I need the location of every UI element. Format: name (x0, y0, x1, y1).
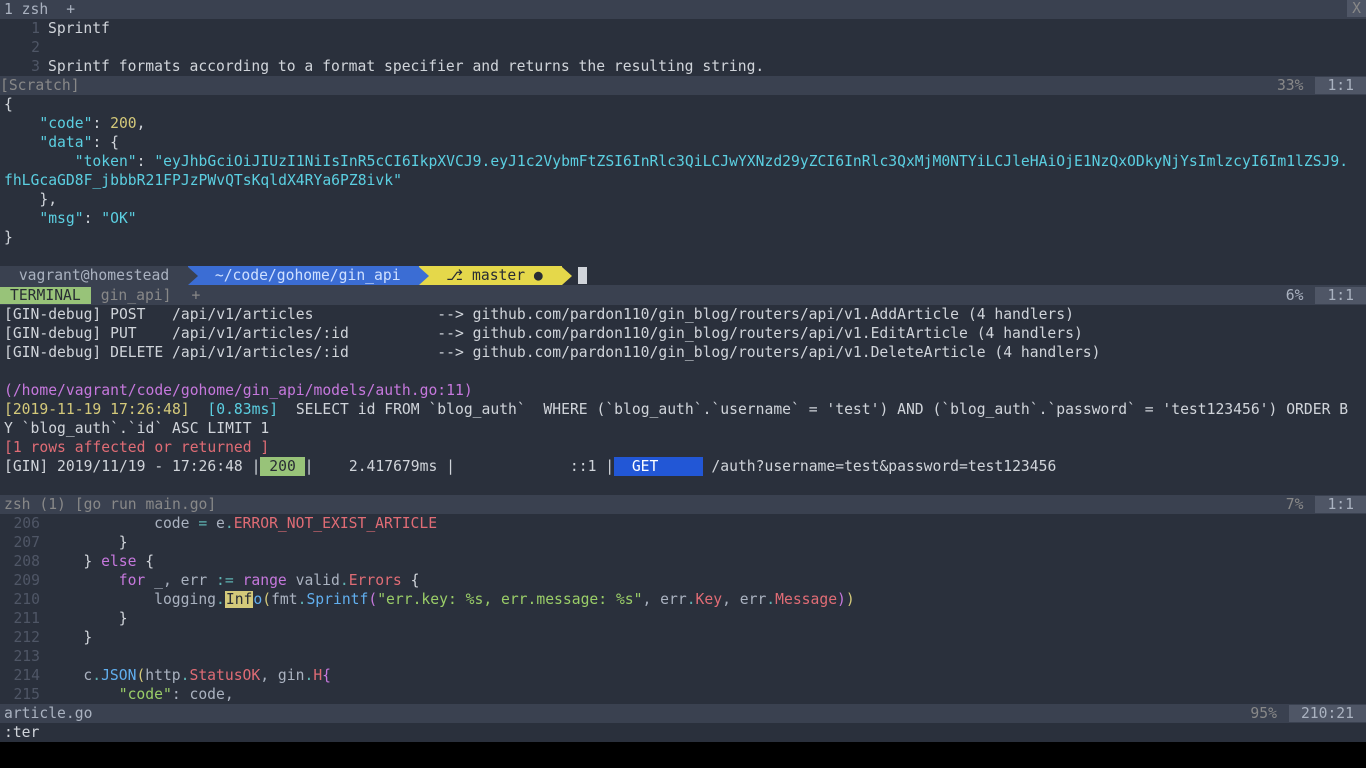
json-text: } (4, 228, 13, 247)
json-preview-pane[interactable]: { "code": 200, "data": { "token": "eyJhb… (0, 95, 1366, 266)
route-line: [GIN-debug] POST /api/v1/articles --> gi… (4, 305, 1366, 324)
json-value: "OK" (101, 209, 136, 228)
process-label: zsh (1) [go run main.go] (0, 496, 216, 513)
scroll-percent: 95% (1238, 705, 1289, 722)
window-close-icon[interactable]: X (1347, 0, 1366, 17)
scratch-pane[interactable]: 1Sprintf 2 3Sprintf formats according to… (0, 19, 1366, 76)
line-number: 214 (0, 666, 48, 685)
json-text: }, (39, 190, 57, 209)
line-number: 212 (0, 628, 48, 647)
cursor-icon (578, 267, 587, 284)
route-line: [GIN-debug] PUT /api/v1/articles/:id -->… (4, 324, 1366, 343)
route-line: [GIN-debug] DELETE /api/v1/articles/:id … (4, 343, 1366, 362)
http-status: 200 (260, 457, 304, 476)
code-status-bar: zsh (1) [go run main.go] 7%1:1 (0, 495, 1366, 514)
scratch-line: Sprintf (48, 19, 1366, 38)
tmux-tab-add[interactable]: + (58, 1, 83, 18)
terminal-output[interactable]: [GIN-debug] POST /api/v1/articles --> gi… (0, 305, 1366, 495)
terminal-tab-add[interactable]: + (182, 287, 211, 304)
json-key: "token" (75, 152, 137, 171)
auth-path: (/home/vagrant/code/gohome/gin_api/model… (4, 381, 473, 400)
token-value-wrap: fhLGcaGD8F_jbbbR21FPJzPWvQTsKqldX4RYa6PZ… (4, 171, 402, 190)
scroll-percent: 7% (1274, 496, 1316, 513)
line-number: 206 (0, 514, 48, 533)
json-key: "code" (39, 114, 92, 133)
scroll-percent: 6% (1274, 287, 1316, 304)
terminal-tab-active[interactable]: TERMINAL (0, 287, 91, 304)
cursor-position: 210:21 (1289, 705, 1366, 722)
prompt-host: vagrant@homestead (0, 266, 188, 285)
line-number: 210 (0, 590, 48, 609)
vim-command-line[interactable]: :ter (0, 723, 1366, 742)
json-key: "msg" (39, 209, 83, 228)
line-number: 207 (0, 533, 48, 552)
json-text: { (4, 95, 13, 114)
request-url: /auth?username=test&password=test123456 (703, 457, 1057, 476)
scratch-status-bar: [Scratch] 33%1:1 (0, 76, 1366, 95)
json-key: "data" (39, 133, 92, 152)
terminal-tab[interactable]: gin_api] (91, 287, 182, 304)
terminal-tab-bar[interactable]: TERMINAL gin_api] + 6%1:1 (0, 285, 1366, 305)
cursor-position: 1:1 (1315, 496, 1366, 513)
rows-affected: [1 rows affected or returned ] (4, 438, 269, 457)
line-number: 1 (0, 19, 48, 38)
code-editor[interactable]: 206 code = e.ERROR_NOT_EXIST_ARTICLE207 … (0, 514, 1366, 704)
line-number: 209 (0, 571, 48, 590)
line-number: 2 (0, 38, 48, 57)
line-number: 211 (0, 609, 48, 628)
tmux-tab-bar[interactable]: 1 zsh + X (0, 0, 1366, 19)
tmux-tab-active[interactable]: 1 zsh (0, 1, 58, 18)
cursor-position: 1:1 (1315, 287, 1366, 304)
scratch-line: Sprintf formats according to a format sp… (48, 57, 1366, 76)
line-number: 208 (0, 552, 48, 571)
line-number: 213 (0, 647, 48, 666)
prompt-branch: ⎇ master ● (419, 266, 561, 285)
file-name: article.go (0, 705, 92, 722)
token-value: "eyJhbGciOiJIUzI1NiIsInR5cCI6IkpXVCJ9.ey… (154, 152, 1348, 171)
json-value: 200 (110, 114, 137, 133)
gin-log: [GIN] 2019/11/19 - 17:26:48 | (4, 457, 260, 476)
prompt-path: ~/code/gohome/gin_api (188, 266, 419, 285)
file-status-bar: article.go 95%210:21 (0, 704, 1366, 723)
scratch-label: [Scratch] (0, 77, 80, 94)
scratch-line (48, 38, 1366, 57)
scroll-percent: 33% (1265, 77, 1316, 94)
line-number: 3 (0, 57, 48, 76)
line-number: 215 (0, 685, 48, 704)
shell-prompt[interactable]: vagrant@homestead ~/code/gohome/gin_api … (0, 266, 1366, 285)
http-method: GET (614, 457, 702, 476)
cursor-position: 1:1 (1315, 77, 1366, 94)
